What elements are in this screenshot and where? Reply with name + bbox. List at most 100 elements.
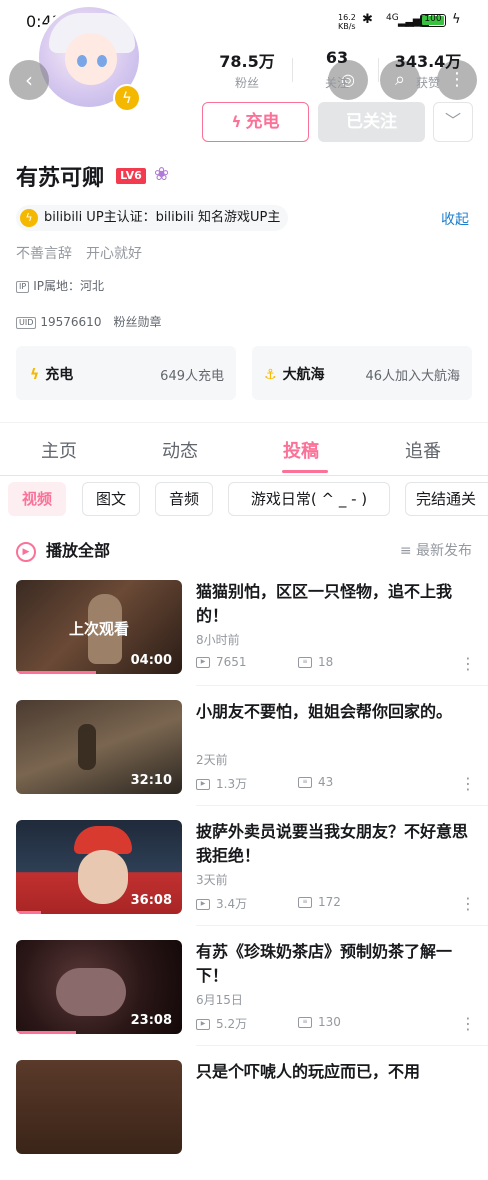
ip-location: IP IP属地：河北 xyxy=(16,277,104,294)
video-title[interactable]: 披萨外卖员说要当我女朋友？不好意思我拒绝！ xyxy=(196,820,476,868)
video-title[interactable]: 猫猫别怕，区区一只怪物，追不上我的！ xyxy=(196,580,476,628)
avatar-eye-right xyxy=(97,55,107,67)
bluetooth-icon: ✱ xyxy=(362,12,373,27)
video-item[interactable]: 只是个吓唬人的玩应而已，不用 xyxy=(0,1060,488,1180)
video-danmaku: ≡ 43 xyxy=(298,775,333,789)
video-item[interactable]: 36:08 披萨外卖员说要当我女朋友？不好意思我拒绝！ 3天前 ▶ 3.4万 ≡ 1… xyxy=(0,820,488,940)
video-time: 3天前 xyxy=(196,873,228,887)
tab-uploads[interactable]: 投稿 xyxy=(283,437,319,463)
charge-button-label: 充电 xyxy=(245,112,280,132)
charge-card-title-text: 充电 xyxy=(45,367,74,383)
divider xyxy=(196,925,488,926)
video-time: 8小时前 xyxy=(196,633,240,647)
video-title[interactable]: 有苏《珍珠奶茶店》预制奶茶了解一下！ xyxy=(196,940,476,988)
ship-icon: ⚓ xyxy=(264,367,277,383)
play-circle-icon: ▶ xyxy=(16,541,36,562)
last-watched-label: 上次观看 xyxy=(68,620,129,638)
chip-audio[interactable]: 音频 xyxy=(155,482,213,516)
more-icon[interactable]: ⋮ xyxy=(460,654,476,673)
chip-completed[interactable]: 完结通关 xyxy=(405,482,488,516)
video-title[interactable]: 小朋友不要怕，姐姐会帮你回家的。 xyxy=(196,700,476,724)
stat-following-value: 63 xyxy=(325,48,349,67)
tab-indicator xyxy=(282,470,328,473)
net-speed: 16.2 KB/s xyxy=(338,13,356,31)
sort-button[interactable]: ≡ 最新发布 xyxy=(400,540,472,560)
video-plays-value: 1.3万 xyxy=(216,777,248,791)
video-duration: 36:08 xyxy=(130,893,172,908)
charge-card-detail: 649人充电 xyxy=(160,369,224,384)
tab-bangumi[interactable]: 追番 xyxy=(405,437,441,463)
uid-text[interactable]: 19576610 粉丝勋章 xyxy=(40,315,161,329)
charge-card[interactable]: ϟ 充电 649人充电 xyxy=(16,346,236,400)
lightning-icon: ϟ xyxy=(113,84,141,112)
danmaku-icon: ≡ xyxy=(298,657,312,668)
charge-button[interactable]: ϟ 充电 xyxy=(202,102,309,142)
follow-button[interactable]: 已关注 xyxy=(318,102,425,142)
play-all-button[interactable]: ▶ 播放全部 xyxy=(16,537,110,562)
stat-following-label: 关注 xyxy=(324,76,349,90)
video-item[interactable]: 上次观看 04:00 猫猫别怕，区区一只怪物，追不上我的！ 8小时前 ▶ 7651… xyxy=(0,580,488,700)
video-title[interactable]: 只是个吓唬人的玩应而已，不用 xyxy=(196,1060,476,1084)
thumbnail-figure xyxy=(78,724,96,770)
play-count-icon: ▶ xyxy=(196,899,210,910)
chip-article[interactable]: 图文 xyxy=(82,482,140,516)
more-icon[interactable]: ⋮ xyxy=(460,1014,476,1033)
play-count-icon: ▶ xyxy=(196,779,210,790)
video-danmaku-value: 18 xyxy=(318,655,334,669)
video-item[interactable]: 32:10 小朋友不要怕，姐姐会帮你回家的。 2天前 ▶ 1.3万 ≡ 43 ⋮ xyxy=(0,700,488,820)
guard-card-title-text: 大航海 xyxy=(282,367,325,383)
video-duration: 32:10 xyxy=(130,773,172,788)
ip-tag-icon: IP xyxy=(16,280,30,293)
watch-progress xyxy=(16,911,41,914)
chip-video[interactable]: 视频 xyxy=(8,482,66,516)
stat-divider xyxy=(292,58,293,82)
video-thumbnail[interactable]: 上次观看 04:00 xyxy=(16,580,182,674)
tab-home[interactable]: 主页 xyxy=(41,437,77,463)
more-icon[interactable]: ⋮ xyxy=(460,894,476,913)
lightning-icon: ϟ xyxy=(30,367,40,383)
video-item[interactable]: 23:08 有苏《珍珠奶茶店》预制奶茶了解一下！ 6月15日 ▶ 5.2万 ≡ 13… xyxy=(0,940,488,1060)
video-thumbnail[interactable]: 23:08 xyxy=(16,940,182,1034)
video-plays-value: 5.2万 xyxy=(216,1017,248,1031)
stat-likes-value: 343.4万 xyxy=(394,52,462,71)
chip-game-daily[interactable]: 游戏日常( ^ _ - ) xyxy=(228,482,390,516)
video-duration: 23:08 xyxy=(130,1013,172,1028)
more-icon[interactable]: ⋮ xyxy=(460,774,476,793)
watch-progress xyxy=(16,1031,76,1034)
video-thumbnail[interactable] xyxy=(16,1060,182,1154)
video-plays: ▶ 3.4万 xyxy=(196,895,247,912)
charging-icon: ϟ xyxy=(452,12,461,27)
charge-card-title: ϟ 充电 xyxy=(30,364,73,384)
video-thumbnail[interactable]: 32:10 xyxy=(16,700,182,794)
watch-progress xyxy=(16,671,96,674)
video-time: 2天前 xyxy=(196,753,228,767)
divider xyxy=(196,685,488,686)
video-danmaku-value: 130 xyxy=(318,1015,341,1029)
video-danmaku-value: 43 xyxy=(318,775,334,789)
thumbnail-face xyxy=(78,850,128,904)
medal-icon: ❀ xyxy=(154,164,170,185)
stat-likes-label: 获赞 xyxy=(415,76,440,90)
tab-dynamic[interactable]: 动态 xyxy=(162,437,198,463)
collapse-link[interactable]: 收起 xyxy=(441,209,469,229)
guard-card[interactable]: ⚓ 大航海 46人加入大航海 xyxy=(252,346,472,400)
chevron-down-icon[interactable]: ﹀ xyxy=(433,102,473,142)
divider xyxy=(196,805,488,806)
lightning-icon: ϟ xyxy=(231,113,242,131)
video-danmaku: ≡ 172 xyxy=(298,895,341,909)
signature: 不善言辞 开心就好 xyxy=(16,246,142,262)
ip-text: IP属地：河北 xyxy=(33,279,104,293)
video-danmaku: ≡ 18 xyxy=(298,655,333,669)
thumbnail-figure xyxy=(56,968,126,1016)
stat-fans-label: 粉丝 xyxy=(234,76,259,90)
avatar-face xyxy=(65,33,117,85)
play-count-icon: ▶ xyxy=(196,1019,210,1030)
video-plays: ▶ 5.2万 xyxy=(196,1015,247,1032)
back-icon[interactable]: ‹ xyxy=(9,60,49,100)
divider xyxy=(196,1045,488,1046)
signal-label: 4G xyxy=(386,13,399,23)
avatar-eye-left xyxy=(77,55,87,67)
level-badge: LV6 xyxy=(116,168,146,184)
video-thumbnail[interactable]: 36:08 xyxy=(16,820,182,914)
uid-tag-icon: UID xyxy=(16,316,37,329)
